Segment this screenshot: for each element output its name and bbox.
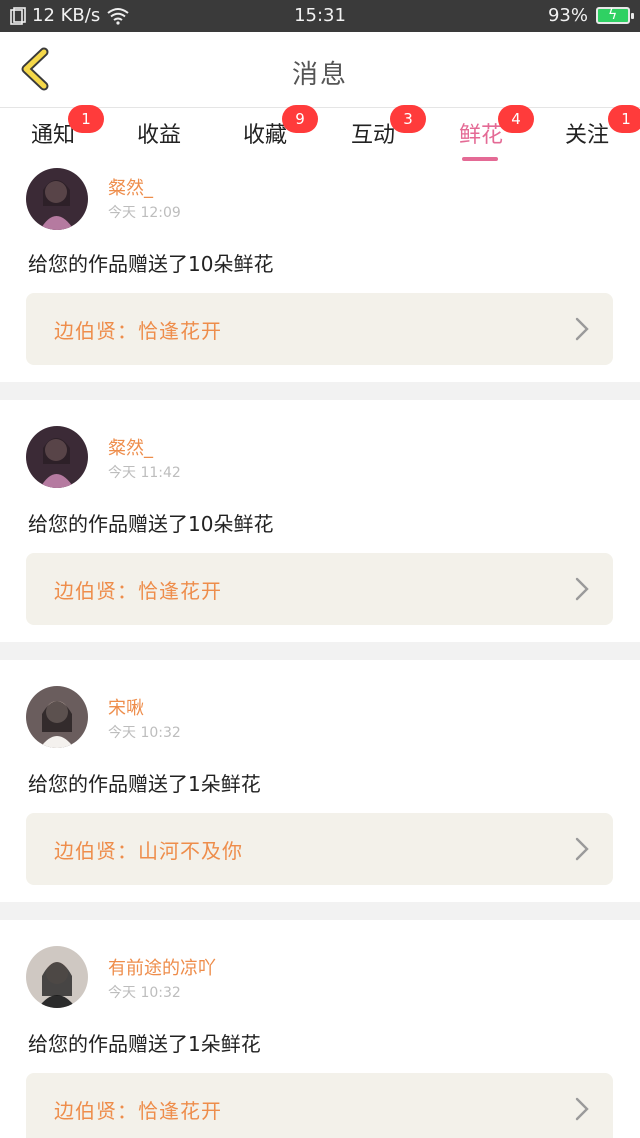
message-text: 给您的作品赠送了10朵鲜花 (28, 252, 274, 276)
tab-label: 互动 (350, 123, 395, 148)
tab-notice[interactable]: 通知 1 (0, 105, 106, 149)
user-name[interactable]: 粲然_ (108, 434, 153, 460)
user-name[interactable]: 宋啾 (108, 694, 144, 720)
battery-icon: ϟ (596, 7, 634, 24)
user-name[interactable]: 粲然_ (108, 174, 153, 200)
work-title: 边伯贤：恰逢花开 (54, 1099, 222, 1123)
tab-flowers[interactable]: 鲜花 4 (428, 105, 534, 161)
chevron-right-icon (575, 837, 589, 861)
tab-interaction[interactable]: 互动 3 (320, 105, 426, 149)
flower-message-item: 宋啾 今天 10:32 给您的作品赠送了1朵鲜花 边伯贤：山河不及你 (0, 660, 640, 902)
message-text: 给您的作品赠送了10朵鲜花 (28, 512, 274, 536)
avatar[interactable] (26, 168, 88, 230)
unread-badge: 4 (498, 105, 534, 133)
tab-earnings[interactable]: 收益 (106, 117, 212, 149)
tab-label: 收藏 (242, 123, 287, 148)
battery-percent: 93% (547, 5, 588, 26)
message-text: 给您的作品赠送了1朵鲜花 (28, 772, 261, 796)
work-link[interactable]: 边伯贤：恰逢花开 (26, 1073, 613, 1138)
work-title: 边伯贤：恰逢花开 (54, 579, 222, 603)
flower-message-item: 粲然_ 今天 11:42 给您的作品赠送了10朵鲜花 边伯贤：恰逢花开 (0, 400, 640, 642)
timestamp: 今天 12:09 (108, 205, 181, 221)
flower-message-item: 粲然_ 今天 12:09 给您的作品赠送了10朵鲜花 边伯贤：恰逢花开 (0, 162, 640, 382)
user-name[interactable]: 有前途的凉吖 (108, 954, 216, 980)
work-title: 边伯贤：山河不及你 (54, 839, 243, 863)
work-link[interactable]: 边伯贤：山河不及你 (26, 813, 613, 885)
chevron-right-icon (575, 1097, 589, 1121)
timestamp: 今天 10:32 (108, 725, 181, 741)
message-text: 给您的作品赠送了1朵鲜花 (28, 1032, 261, 1056)
work-link[interactable]: 边伯贤：恰逢花开 (26, 293, 613, 365)
timestamp: 今天 11:42 (108, 465, 181, 481)
page-title: 消息 (291, 60, 348, 90)
clock: 15:31 (294, 5, 346, 26)
avatar[interactable] (26, 426, 88, 488)
divider (0, 642, 640, 660)
tab-label: 关注 (564, 123, 609, 148)
work-title: 边伯贤：恰逢花开 (54, 319, 222, 343)
unread-badge: 1 (68, 105, 104, 133)
avatar[interactable] (26, 686, 88, 748)
tab-label: 收益 (136, 123, 181, 148)
active-tab-indicator (462, 157, 498, 161)
flower-message-item: 有前途的凉吖 今天 10:32 给您的作品赠送了1朵鲜花 边伯贤：恰逢花开 (0, 920, 640, 1138)
tab-follow[interactable]: 关注 1 (534, 105, 640, 149)
unread-badge: 3 (390, 105, 426, 133)
divider (0, 382, 640, 400)
timestamp: 今天 10:32 (108, 985, 181, 1001)
work-link[interactable]: 边伯贤：恰逢花开 (26, 553, 613, 625)
tab-label: 通知 (30, 123, 75, 148)
tab-favorites[interactable]: 收藏 9 (212, 105, 318, 149)
unread-badge: 1 (608, 105, 640, 133)
unread-badge: 9 (282, 105, 318, 133)
chevron-right-icon (575, 577, 589, 601)
top-bar: 消息 (0, 32, 640, 108)
avatar[interactable] (26, 946, 88, 1008)
status-bar: 12 KB/s 15:31 93% ϟ (0, 0, 640, 32)
tab-label: 鲜花 (458, 123, 503, 148)
tab-bar: 通知 1 收益 收藏 9 互动 3 鲜花 4 关注 1 (0, 105, 640, 161)
chevron-right-icon (575, 317, 589, 341)
divider (0, 902, 640, 920)
